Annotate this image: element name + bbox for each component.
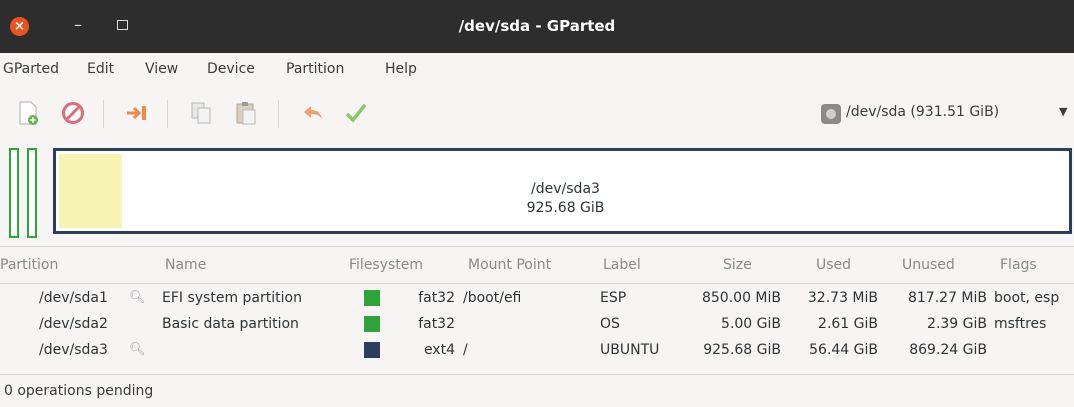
apply-icon[interactable] <box>343 100 369 126</box>
cell-partition: /dev/sda1 <box>39 290 108 306</box>
window-title: /dev/sda - GParted <box>458 17 616 35</box>
toolbar-separator <box>278 100 279 128</box>
partition-block-sda1[interactable] <box>9 148 19 238</box>
table-row[interactable]: /dev/sda3 🔍︎ ext4 / UBUNTU 925.68 GiB 56… <box>0 338 1074 362</box>
cell-filesystem: fat32 <box>418 290 455 306</box>
undo-icon[interactable] <box>300 100 326 126</box>
new-partition-icon[interactable] <box>15 100 41 126</box>
column-header-name[interactable]: Name <box>165 257 206 273</box>
menu-gparted[interactable]: GParted <box>3 61 59 77</box>
cell-flags: boot, esp <box>994 290 1060 306</box>
cell-partition: /dev/sda2 <box>39 316 108 332</box>
cell-used: 56.44 GiB <box>809 342 878 358</box>
cell-used: 2.61 GiB <box>818 316 878 332</box>
cell-used: 32.73 MiB <box>807 290 878 306</box>
disk-visual: /dev/sda3 925.68 GiB <box>0 142 1074 247</box>
filesystem-color-swatch <box>364 316 380 332</box>
cell-name: Basic data partition <box>162 316 299 332</box>
paste-icon[interactable] <box>233 100 259 126</box>
title-bar: × – /dev/sda - GParted <box>0 0 1074 53</box>
cell-flags: msftres <box>994 316 1047 332</box>
cell-label: UBUNTU <box>600 342 660 358</box>
filesystem-color-swatch <box>364 290 380 306</box>
table-row[interactable]: /dev/sda2 Basic data partition fat32 OS … <box>0 312 1074 336</box>
cell-unused: 869.24 GiB <box>909 342 987 358</box>
column-header-filesystem[interactable]: Filesystem <box>349 257 423 273</box>
menu-view[interactable]: View <box>145 61 178 77</box>
partition-block-sda3[interactable]: /dev/sda3 925.68 GiB <box>53 148 1072 234</box>
menu-device[interactable]: Device <box>207 61 255 77</box>
menu-bar: GParted Edit View Device Partition Help <box>0 53 1074 86</box>
column-header-partition[interactable]: Partition <box>0 257 58 273</box>
menu-edit[interactable]: Edit <box>87 61 114 77</box>
cell-partition: /dev/sda3 <box>39 342 108 358</box>
resize-move-icon[interactable] <box>124 100 150 126</box>
table-row[interactable]: /dev/sda1 🔍︎ EFI system partition fat32 … <box>0 286 1074 310</box>
status-text: 0 operations pending <box>4 383 154 399</box>
partition-block-size: 925.68 GiB <box>526 200 605 216</box>
lock-icon: 🔍︎ <box>129 290 146 305</box>
cell-label: ESP <box>600 290 627 306</box>
hard-disk-icon <box>821 104 841 124</box>
partition-block-name: /dev/sda3 <box>531 181 600 197</box>
column-header-used[interactable]: Used <box>816 257 851 273</box>
column-header-label[interactable]: Label <box>603 257 641 273</box>
device-selector-label: /dev/sda (931.51 GiB) <box>846 104 1000 120</box>
partition-table-header: Partition Name Filesystem Mount Point La… <box>0 249 1074 284</box>
cell-size: 5.00 GiB <box>721 316 781 332</box>
column-header-unused[interactable]: Unused <box>902 257 955 273</box>
menu-help[interactable]: Help <box>385 61 417 77</box>
toolbar-separator <box>103 100 104 128</box>
cell-filesystem: fat32 <box>418 316 455 332</box>
copy-icon[interactable] <box>188 100 214 126</box>
cell-size: 850.00 MiB <box>701 290 781 306</box>
partition-block-sda2[interactable] <box>27 148 37 238</box>
filesystem-color-swatch <box>364 342 380 358</box>
cell-name: EFI system partition <box>162 290 302 306</box>
toolbar-separator <box>167 100 168 128</box>
cell-filesystem: ext4 <box>423 342 455 358</box>
lock-icon: 🔍︎ <box>129 342 146 357</box>
device-selector[interactable]: /dev/sda (931.51 GiB) ▼ <box>808 97 1074 131</box>
toolbar: /dev/sda (931.51 GiB) ▼ <box>0 86 1074 143</box>
column-header-size[interactable]: Size <box>723 257 752 273</box>
cell-size: 925.68 GiB <box>703 342 781 358</box>
status-bar: 0 operations pending <box>0 374 1074 407</box>
cell-mount-point: /boot/efi <box>463 290 522 306</box>
cell-label: OS <box>600 316 620 332</box>
menu-partition[interactable]: Partition <box>286 61 344 77</box>
column-header-mount-point[interactable]: Mount Point <box>468 257 551 273</box>
delete-icon[interactable] <box>60 100 86 126</box>
cell-mount-point: / <box>463 342 468 358</box>
column-header-flags[interactable]: Flags <box>1000 257 1037 273</box>
chevron-down-icon: ▼ <box>1059 105 1068 118</box>
cell-unused: 817.27 MiB <box>907 290 987 306</box>
cell-unused: 2.39 GiB <box>927 316 987 332</box>
